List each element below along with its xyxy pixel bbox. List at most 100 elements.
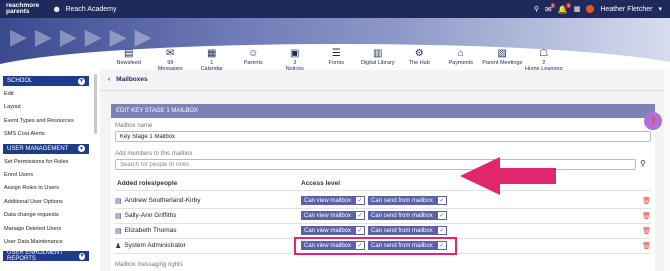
section-title: USER MANAGEMENT — [7, 145, 69, 152]
messages-icon: ✉ — [166, 48, 175, 59]
breadcrumb: ‹ Mailboxes — [108, 76, 148, 83]
chevron-down-icon[interactable]: ▾ — [658, 5, 662, 13]
checkmark-icon[interactable]: ✓ — [355, 226, 366, 235]
pointer-arrow — [460, 157, 556, 195]
delete-icon[interactable]: 🗑 — [642, 227, 651, 235]
delete-icon[interactable]: 🗑 — [642, 197, 651, 205]
main-content: ‹ Mailboxes EDIT KEY STAGE 1 MAILBOX Mai… — [100, 70, 670, 271]
mailbox-name-field[interactable] — [115, 131, 651, 142]
can-send-toggle[interactable]: Can send from mailbox ✓ — [368, 196, 447, 205]
nav-label: Parent Meetings — [482, 60, 523, 66]
checkmark-icon[interactable]: ✓ — [436, 211, 447, 220]
nav-item-home-learning[interactable]: ☖ 2 Home Learning — [523, 48, 565, 70]
panel-title: EDIT KEY STAGE 1 MAILBOX — [111, 104, 655, 118]
nav-item-calendar[interactable]: ▦ 1 Calendar — [191, 48, 233, 70]
nav-item-the-hub[interactable]: ⚙ The Hub — [399, 48, 441, 70]
nav-item-forms[interactable]: ☰ Forms — [316, 48, 358, 70]
nav-label: Forms — [328, 60, 345, 66]
nav-item-newsfeed[interactable]: ▤ Newsfeed — [108, 48, 150, 70]
nav-label: Digital Library — [360, 60, 395, 66]
member-name: System Administrator — [124, 242, 186, 249]
chevron-down-icon[interactable]: ▼ — [79, 252, 85, 260]
can-send-toggle[interactable]: Can send from mailbox ✓ — [368, 211, 447, 220]
nav-item-digital-library[interactable]: ▥ Digital Library — [357, 48, 399, 70]
user-name[interactable]: Heather Fletcher — [600, 6, 652, 13]
checkmark-icon[interactable]: ✓ — [355, 196, 366, 205]
parents-icon: ☺ — [248, 48, 259, 59]
sidebar-item-event-types-and-resources[interactable]: Event Types and Resources — [0, 115, 92, 128]
school-people-icon: ☻ — [52, 4, 62, 14]
sidebar-item-user-data-maintenance[interactable]: User Data Maintenance — [0, 236, 92, 249]
permission-label: Can view mailbox — [304, 227, 352, 234]
chevron-down-icon[interactable]: ▼ — [78, 145, 85, 153]
checkmark-icon[interactable]: ✓ — [436, 226, 447, 235]
banner-decoration: ▶▶▶▶▶▶ — [10, 24, 160, 49]
messaging-rights-label: Mailbox messaging rights — [115, 262, 183, 268]
apps-grid-icon[interactable]: ▦ — [574, 5, 581, 13]
chevron-down-icon[interactable]: ▼ — [78, 77, 85, 85]
nav-label: Payments — [448, 60, 473, 66]
member-name: Sally-Ann Griffiths — [124, 212, 177, 219]
sidebar-section-school[interactable]: SCHOOL ▼ — [3, 76, 89, 86]
sidebar-item-additional-user-options[interactable]: Additional User Options — [0, 196, 92, 209]
sidebar-item-sms-cost-alerts[interactable]: SMS Cost Alerts — [0, 128, 92, 141]
sidebar-scrollbar[interactable] — [94, 74, 97, 134]
nav-item-parents[interactable]: ☺ Parents — [233, 48, 275, 70]
sidebar-item-data-change-requests[interactable]: Data change requests — [0, 209, 92, 222]
column-header-access: Access level — [301, 180, 341, 187]
table-row: ▤ Andrew Southerland-Kirby Can view mailbo… — [115, 193, 651, 208]
sidebar-item-enrol-users[interactable]: Enrol Users — [0, 169, 92, 182]
alerts-icon[interactable]: 🔔 1 — [558, 2, 571, 14]
logo-line-2: parents — [6, 8, 30, 15]
sidebar-section-enrolment-reports[interactable]: USER ENROLMENT REPORTS ▼ — [3, 250, 89, 263]
top-bar: reachmore parents ☻ Reach Academy ⚲ ✉ 1 🔔… — [0, 0, 670, 18]
nav-item-notices[interactable]: ▣ 3 Notices — [274, 48, 316, 70]
checkmark-icon[interactable]: ✓ — [436, 196, 447, 205]
can-view-toggle[interactable]: Can view mailbox ✓ — [301, 196, 366, 205]
sidebar-item-set-permissions-for-roles[interactable]: Set Permissions for Roles — [0, 156, 92, 169]
can-send-toggle[interactable]: Can send from mailbox ✓ — [368, 226, 447, 235]
search-icon[interactable]: ⚲ — [640, 159, 646, 168]
nav-item-messages[interactable]: ✉ 99 Messages — [150, 48, 192, 70]
permission-label: Can view mailbox — [304, 197, 352, 204]
delete-icon[interactable]: 🗑 — [642, 212, 651, 220]
calendar-icon: ▦ — [207, 48, 217, 59]
permission-label: Can send from mailbox — [371, 197, 433, 204]
notifications-icon[interactable]: ✉ 1 — [545, 2, 555, 14]
highlight-box — [294, 237, 457, 255]
school-switcher[interactable]: ☻ Reach Academy — [52, 4, 116, 14]
newsfeed-icon: ▤ — [124, 48, 134, 59]
mailbox-name-label: Mailbox name — [115, 123, 153, 129]
sidebar-section-user-management[interactable]: USER MANAGEMENT ▼ — [3, 143, 89, 154]
section-title: USER ENROLMENT REPORTS — [7, 250, 63, 263]
person-card-icon: ▤ — [115, 212, 122, 220]
sidebar-item-manage-deleted-users[interactable]: Manage Deleted Users — [0, 223, 92, 236]
app-logo[interactable]: reachmore parents — [0, 2, 44, 15]
table-row: ▤ Sally-Ann Griffiths Can view mailbox ✓ Can… — [115, 208, 651, 223]
nav-item-payments[interactable]: ⌂ Payments — [440, 48, 482, 70]
search-icon[interactable]: ⚲ — [534, 5, 539, 13]
table-row: ▤ Elizabeth Thomas Can view mailbox ✓ Can se… — [115, 223, 651, 238]
can-view-toggle[interactable]: Can view mailbox ✓ — [301, 226, 366, 235]
divider — [115, 190, 651, 191]
support-bubble-icon[interactable]: ❓ — [644, 112, 662, 130]
member-name-cell: ▤ Andrew Southerland-Kirby — [115, 197, 301, 205]
page-scrollbar[interactable] — [664, 70, 670, 271]
member-name-cell: ▤ Sally-Ann Griffiths — [115, 212, 301, 220]
avatar[interactable] — [586, 5, 595, 13]
notices-icon: ▣ — [290, 48, 300, 59]
member-name-cell: ▤ Elizabeth Thomas — [115, 227, 301, 235]
nav-item-parent-meetings[interactable]: ▧ Parent Meetings — [482, 48, 524, 70]
library-icon: ▥ — [373, 48, 383, 59]
sidebar-item-edit[interactable]: Edit — [0, 88, 92, 101]
breadcrumb-mailboxes[interactable]: Mailboxes — [116, 76, 147, 83]
member-name: Andrew Southerland-Kirby — [124, 197, 201, 204]
notification-badge: 1 — [550, 2, 555, 8]
checkmark-icon[interactable]: ✓ — [355, 211, 366, 220]
can-view-toggle[interactable]: Can view mailbox ✓ — [301, 211, 366, 220]
add-members-label: Add members to this mailbox — [115, 151, 193, 157]
delete-icon[interactable]: 🗑 — [642, 242, 651, 250]
back-icon[interactable]: ‹ — [108, 76, 110, 83]
sidebar-item-assign-roles-to-users[interactable]: Assign Roles to Users — [0, 182, 92, 195]
sidebar-item-layout[interactable]: Layout — [0, 101, 92, 114]
